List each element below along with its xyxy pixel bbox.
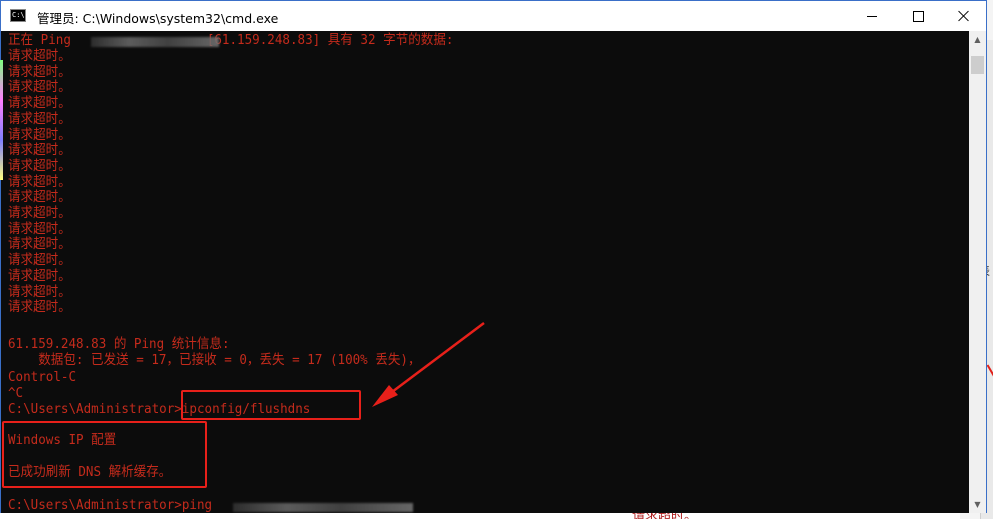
cmd-icon[interactable]: C:\ xyxy=(10,9,26,22)
minimize-icon xyxy=(867,15,877,17)
console-line-timeout: 请求超时。 xyxy=(8,220,71,237)
redacted-hostname xyxy=(91,37,219,47)
redacted-last-target xyxy=(233,503,413,512)
scroll-up-arrow-icon[interactable]: ▲ xyxy=(969,31,986,48)
window-title: 管理员: C:\Windows\system32\cmd.exe xyxy=(37,11,279,26)
console-line-timeout: 请求超时。 xyxy=(8,95,71,112)
console-line-timeout: 请求超时。 xyxy=(8,267,71,284)
minimize-button[interactable] xyxy=(849,1,895,31)
console-line-timeout: 请求超时。 xyxy=(8,142,71,159)
console-line-timeout: 请求超时。 xyxy=(8,205,71,221)
console-line-timeout: 请求超时。 xyxy=(8,79,71,96)
console-line-timeout: 请求超时。 xyxy=(8,173,71,190)
desktop-edge xyxy=(0,60,3,180)
console-line-timeout: 请求超时。 xyxy=(8,236,71,253)
console-line-timeout: 请求超时。 xyxy=(8,252,71,269)
console-line-timeout: 请求超时。 xyxy=(8,48,71,64)
prompt: C:\Users\Administrator> xyxy=(8,401,182,417)
ping-header-suffix: [61.159.248.83] 具有 32 字节的数据: xyxy=(206,32,454,48)
title-bar[interactable]: C:\ 管理员: C:\Windows\system32\cmd.exe xyxy=(1,1,986,31)
maximize-button[interactable] xyxy=(895,1,941,31)
console-line-ping-header: 正在 Ping [61.159.248.83] 具有 32 字节的数据: xyxy=(8,32,453,48)
maximize-icon xyxy=(912,10,924,22)
console-line-timeout: 请求超时。 xyxy=(8,110,71,127)
close-icon xyxy=(958,10,970,22)
console-line-last-prompt: C:\Users\Administrator>ping xyxy=(8,497,212,513)
ping-header-prefix: 正在 Ping xyxy=(8,32,79,48)
console-line-timeout: 请求超时。 xyxy=(8,157,71,174)
console-line-control-c: Control-C xyxy=(8,369,77,385)
last-prompt: C:\Users\Administrator>ping xyxy=(8,497,213,513)
annotation-box-command xyxy=(181,390,361,420)
console-line-timeout: 请求超时。 xyxy=(8,189,71,206)
scroll-thumb[interactable] xyxy=(971,56,984,74)
console-line-stats-header: 61.159.248.83 的 Ping 统计信息: xyxy=(8,336,230,352)
console-line-timeout: 请求超时。 xyxy=(8,283,71,300)
console-line-timeout: 请求超时。 xyxy=(8,63,71,80)
console-line-caret-c: ^C xyxy=(8,385,24,401)
console-line-timeout: 请求超时。 xyxy=(8,299,71,316)
scroll-down-arrow-icon[interactable]: ▼ xyxy=(969,496,986,513)
console-line-timeout: 请求超时。 xyxy=(8,126,71,143)
close-button[interactable] xyxy=(941,1,987,31)
annotation-box-result xyxy=(2,421,207,488)
console-line-stats-packets: 数据包: 已发送 = 17，已接收 = 0，丢失 = 17 (100% 丢失)， xyxy=(8,352,421,368)
cmd-icon-label: C:\ xyxy=(12,11,25,19)
vertical-scrollbar[interactable]: ▲ ▼ xyxy=(969,31,986,513)
